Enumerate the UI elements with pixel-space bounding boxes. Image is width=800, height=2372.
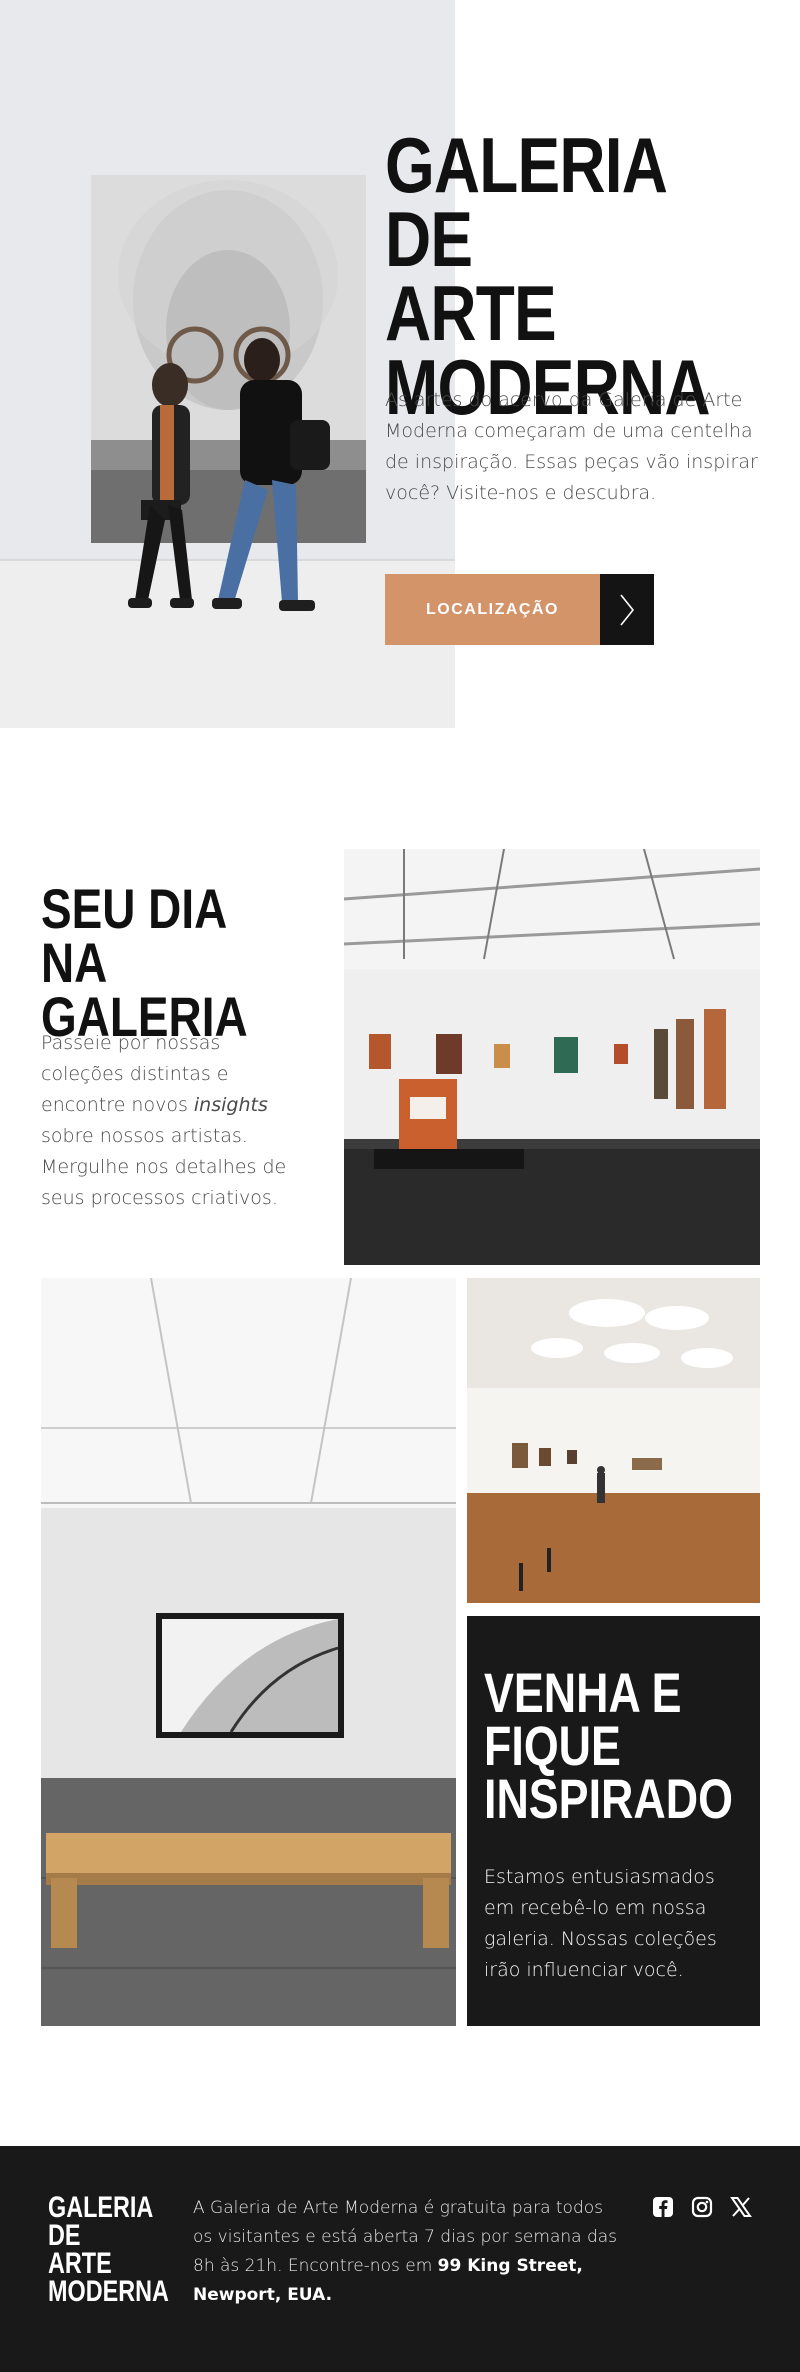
instagram-icon[interactable] <box>689 2194 714 2219</box>
location-button[interactable]: LOCALIZAÇÃO <box>385 574 654 645</box>
x-icon[interactable] <box>728 2194 753 2219</box>
hero-description: As artes do acervo da Galeria de Arte Mo… <box>385 389 758 504</box>
footer: GALERIA DE ARTE MODERNA A Galeria de Art… <box>0 2146 800 2372</box>
long-hall-photo <box>467 1278 760 1603</box>
chevron-right-icon <box>600 574 654 645</box>
footer-text: A Galeria de Arte Moderna é gratuita par… <box>193 2194 623 2310</box>
day-section-text: Passeie por nossas coleções distintas e … <box>41 1028 301 1214</box>
day-text-part: sobre nossos artistas. Mergulhe nos deta… <box>41 1125 287 1209</box>
hero-title: GALERIA DE ARTE MODERNA <box>385 121 711 431</box>
facebook-icon[interactable] <box>650 2194 675 2219</box>
inspired-title: VENHA E FIQUE INSPIRADO <box>484 1661 733 1830</box>
inspired-panel: VENHA E FIQUE INSPIRADO Estamos entusias… <box>467 1616 760 2026</box>
day-text-emphasis: insights <box>193 1094 268 1116</box>
gallery-room-photo <box>344 849 760 1265</box>
day-section-title: SEU DIA NA GALERIA <box>41 877 248 1048</box>
footer-logo: GALERIA DE ARTE MODERNA <box>48 2191 169 2308</box>
social-links <box>650 2194 753 2219</box>
inspired-text: Estamos entusiasmados em recebê-lo em no… <box>484 1866 717 1981</box>
hero-section: GALERIA DE ARTE MODERNA As artes do acer… <box>0 0 800 730</box>
bench-room-photo <box>41 1278 456 2026</box>
location-button-label: LOCALIZAÇÃO <box>385 574 600 645</box>
